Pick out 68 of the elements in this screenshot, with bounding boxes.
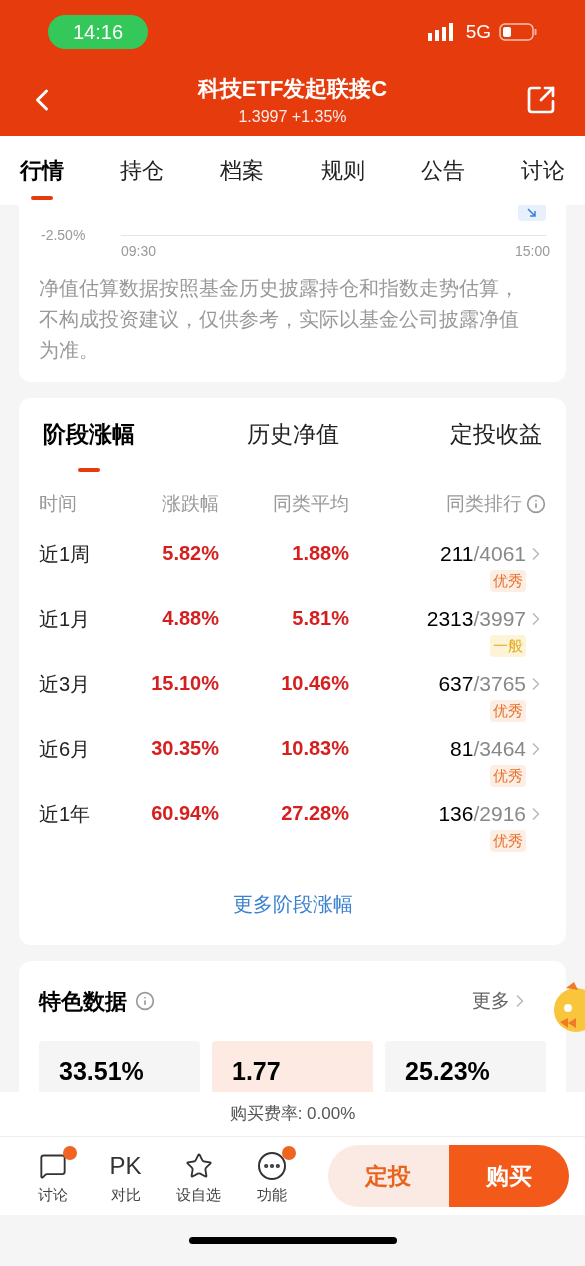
axis-label: -2.50% [41,226,86,245]
network-label: 5G [465,19,491,44]
nav-tab[interactable]: 讨论 [520,136,565,205]
pk-icon: PK [109,1151,142,1180]
rank-cell-text: 637/3765 [438,671,526,697]
fund-price: 1.3997 +1.35% [238,106,347,127]
change-cell-text: 4.88% [161,606,219,631]
change-cell-text: 15.10% [150,671,219,696]
change-cell-text: 5.82% [161,541,219,566]
period-cell-text: 近1周 [39,542,92,567]
column-header: 同类平均 [272,491,349,516]
feature-value: 25.23% [405,1057,490,1085]
period-cell-text: 近6月 [39,737,92,762]
toolbar-button[interactable]: 设自选 [162,1145,235,1207]
average-cell-text: 27.28% [280,801,349,826]
period-cell-text: 近1月 [39,607,92,632]
rank-cell-text: 211/4061 [439,541,526,567]
estimate-note: 净值估算数据按照基金历史披露持仓和指数走势估算，不构成投资建议，仅供参考，实际以基金公司披露净值为准。 [39,276,520,363]
toolbar-button[interactable]: 功能 [235,1145,308,1207]
period-tab[interactable]: 定投收益 [450,398,542,470]
more-link[interactable]: 更多 [472,986,510,1016]
average-cell-text: 10.46% [280,671,349,696]
nav-tab[interactable]: 公告 [420,136,465,205]
star-icon [184,1151,213,1180]
nav-tab[interactable]: 档案 [220,136,265,205]
feature-value: 33.51% [59,1057,144,1085]
status-time: 14:16 [48,15,148,49]
feature-value: 1.77 [232,1057,281,1085]
fee-rate: 购买费率: 0.00% [229,1103,356,1126]
info-icon[interactable] [526,494,546,514]
rank-cell-text: 2313/3997 [426,606,526,632]
period-cell-text: 近1年 [39,802,92,827]
home-indicator[interactable] [188,1237,397,1244]
column-header: 时间 [39,491,78,516]
rank-cell-text: 136/2916 [438,801,526,827]
axis-label: 09:30 [121,242,157,261]
average-cell-text: 10.83% [280,736,349,761]
rank-cell-text: 81/3464 [450,736,526,762]
column-header: 涨跌幅 [161,491,219,516]
expand-icon[interactable] [518,205,546,221]
period-tab[interactable]: 阶段涨幅 [43,398,135,470]
change-cell-text: 30.35% [150,736,219,761]
axis-label: 15:00 [514,242,550,261]
average-cell-text: 1.88% [291,541,349,566]
feature-card[interactable]: 1.77 [212,1041,373,1092]
rating-tag: 优秀 [490,829,526,852]
battery-icon [499,23,537,41]
info-icon[interactable] [135,991,155,1011]
rating-tag: 优秀 [490,569,526,592]
rating-tag: 一般 [490,634,526,657]
section-title: 特色数据 [39,987,127,1016]
rating-tag: 优秀 [490,699,526,722]
nav-tab[interactable]: 持仓 [120,136,165,205]
toolbar-button[interactable]: 讨论 [16,1145,89,1207]
nav-tab[interactable]: 行情 [20,136,64,205]
period-tab[interactable]: 历史净值 [246,398,339,470]
column-header: 同类排行 [446,491,522,516]
feature-card[interactable]: 33.51% [39,1041,200,1092]
period-cell-text: 近3月 [39,672,92,697]
nav-tab[interactable]: 规则 [320,136,365,205]
fund-title: 科技ETF发起联接C [197,74,388,103]
share-icon [525,84,557,116]
rating-tag: 优秀 [490,764,526,787]
more-periods-link[interactable]: 更多阶段涨幅 [232,889,353,919]
feature-card[interactable]: 25.23% [385,1041,546,1092]
change-cell-text: 60.94% [150,801,219,826]
average-cell-text: 5.81% [291,606,349,631]
toolbar-button[interactable]: PK 对比 [89,1145,162,1207]
